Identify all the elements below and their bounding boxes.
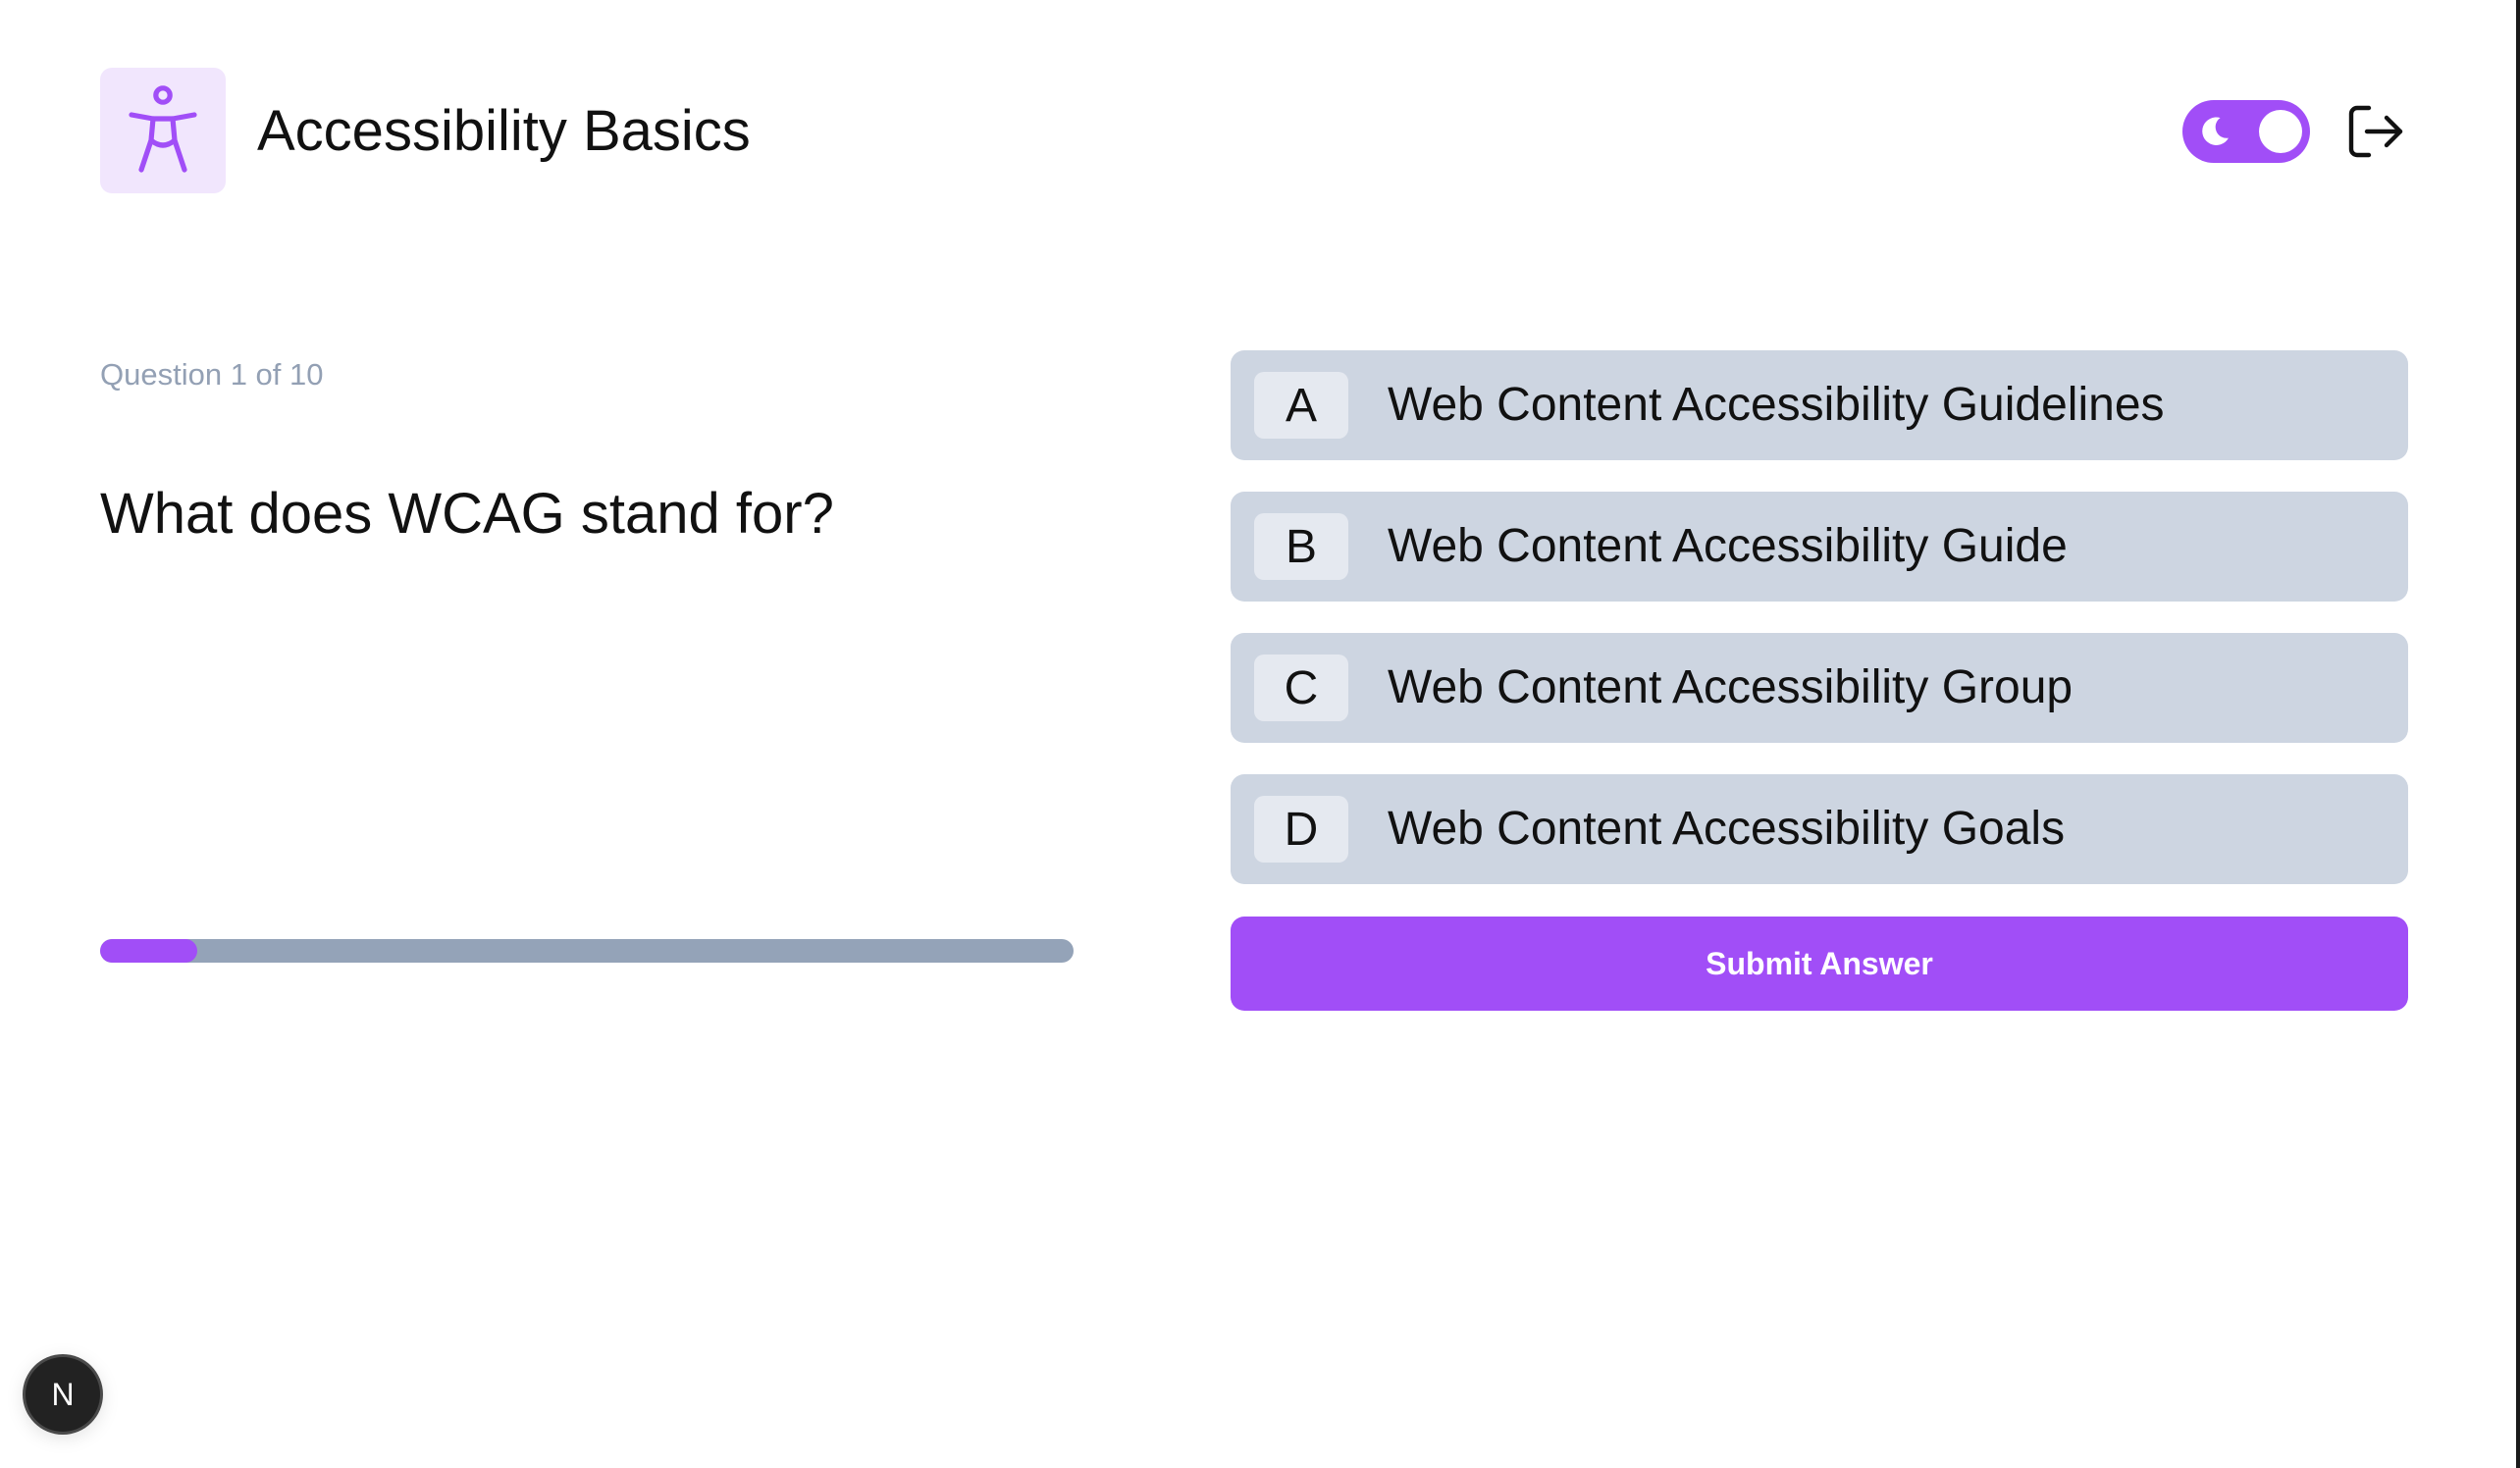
answer-option-b[interactable]: B Web Content Accessibility Guide (1231, 492, 2408, 602)
toggle-knob (2259, 110, 2302, 153)
question-text: What does WCAG stand for? (100, 482, 834, 546)
answer-text: Web Content Accessibility Guidelines (1388, 379, 2165, 431)
answer-text: Web Content Accessibility Guide (1388, 520, 2068, 572)
answer-text: Web Content Accessibility Goals (1388, 803, 2066, 855)
window-edge (2516, 0, 2520, 1468)
quiz-progress-bar (100, 939, 1074, 963)
answer-option-d[interactable]: D Web Content Accessibility Goals (1231, 774, 2408, 884)
answer-option-c[interactable]: C Web Content Accessibility Group (1231, 633, 2408, 743)
submit-answer-button[interactable]: Submit Answer (1231, 917, 2408, 1011)
answer-text: Web Content Accessibility Group (1388, 661, 2074, 713)
accessibility-person-icon (100, 68, 226, 193)
moon-icon (2202, 117, 2229, 145)
dev-tools-badge[interactable]: N (26, 1357, 100, 1432)
answer-letter-badge: B (1254, 513, 1348, 580)
page-title: Accessibility Basics (257, 99, 751, 163)
dev-badge-letter: N (51, 1376, 75, 1412)
logout-icon (2348, 105, 2403, 158)
question-counter: Question 1 of 10 (100, 357, 324, 392)
answer-list: A Web Content Accessibility Guidelines B… (1231, 350, 2408, 916)
answer-letter-badge: C (1254, 655, 1348, 721)
theme-toggle[interactable] (2182, 100, 2310, 163)
quiz-progress-fill (100, 939, 198, 963)
answer-letter-badge: D (1254, 796, 1348, 863)
logout-button[interactable] (2347, 104, 2404, 159)
answer-option-a[interactable]: A Web Content Accessibility Guidelines (1231, 350, 2408, 460)
app-header: Accessibility Basics (100, 68, 2408, 193)
answer-letter-badge: A (1254, 372, 1348, 439)
